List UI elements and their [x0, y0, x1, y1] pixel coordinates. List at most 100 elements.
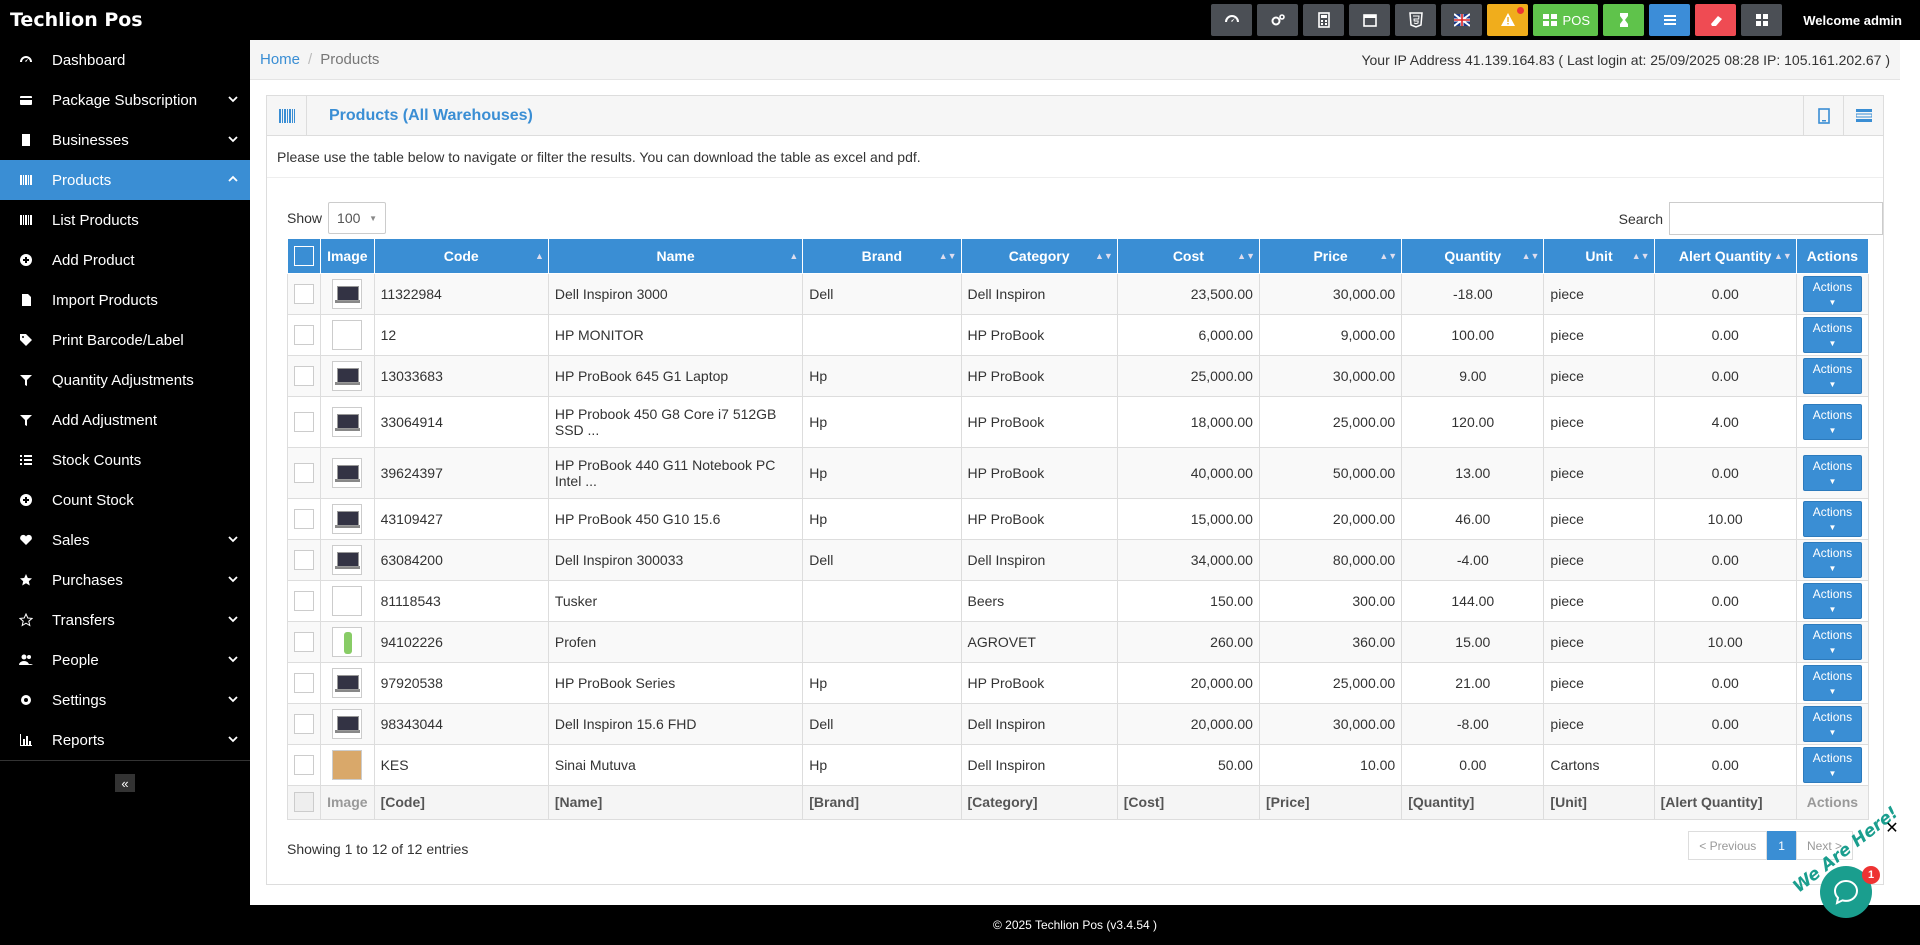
pos-button[interactable]: POS: [1533, 4, 1599, 36]
sidebar-item-sales[interactable]: Sales: [0, 520, 250, 560]
actions-button[interactable]: Actions ▼: [1802, 500, 1862, 537]
sidebar-item-add-adjustment[interactable]: Add Adjustment: [0, 400, 250, 440]
close-icon[interactable]: ✕: [1884, 820, 1900, 837]
sidebar-item-businesses[interactable]: Businesses: [0, 120, 250, 160]
actions-button[interactable]: Actions ▼: [1802, 541, 1862, 578]
column-header-brand[interactable]: Brand ▲▼: [802, 239, 962, 274]
laptop-image[interactable]: [332, 406, 363, 437]
sidebar-item-package-subscription[interactable]: Package Subscription: [0, 80, 250, 120]
actions-button[interactable]: Actions ▼: [1802, 275, 1862, 312]
tasks-icon[interactable]: [1843, 96, 1883, 136]
table-row[interactable]: 94102226 Profen AGROVET 260.00 360.00 15.00 pi…: [286, 620, 1870, 663]
sidebar-item-list-products[interactable]: List Products: [0, 200, 250, 240]
eraser-icon[interactable]: [1695, 4, 1737, 36]
calculator-icon[interactable]: [1303, 4, 1345, 36]
table-row[interactable]: 13033683 HP ProBook 645 G1 Laptop Hp HP Pro…: [286, 354, 1870, 397]
column-filter-brand[interactable]: [Brand]: [802, 784, 962, 820]
table-row[interactable]: 97920538 HP ProBook Series Hp HP ProBook 20,…: [286, 661, 1870, 704]
actions-button[interactable]: Actions ▼: [1802, 357, 1862, 394]
actions-button[interactable]: Actions ▼: [1802, 664, 1862, 701]
table-row[interactable]: KES Sinai Mutuva Hp Dell Inspiron 50.00 10.00…: [286, 743, 1870, 786]
column-filter-quantity[interactable]: [Quantity]: [1401, 784, 1545, 820]
brand-logo[interactable]: Techlion Pos: [10, 9, 143, 31]
laptop-image[interactable]: [332, 708, 363, 739]
sidebar-item-transfers[interactable]: Transfers: [0, 600, 250, 640]
column-header-name[interactable]: Name ▲: [547, 239, 804, 274]
laptop-image[interactable]: [332, 503, 363, 534]
laptop-image[interactable]: [332, 278, 363, 309]
search-input[interactable]: [1669, 202, 1883, 235]
row-checkbox[interactable]: [294, 672, 315, 693]
column-filter-cost[interactable]: [Cost]: [1116, 784, 1260, 820]
row-checkbox[interactable]: [294, 549, 315, 570]
dashboard-icon[interactable]: [1211, 4, 1253, 36]
row-checkbox[interactable]: [294, 411, 315, 432]
table-row[interactable]: 11322984 Dell Inspiron 3000 Dell Dell Inspi…: [286, 272, 1870, 315]
grid-icon[interactable]: [1741, 4, 1783, 36]
row-checkbox[interactable]: [294, 365, 315, 386]
column-header-code[interactable]: Code ▲: [373, 239, 549, 274]
flag-uk-icon[interactable]: [1441, 4, 1483, 36]
sidebar-item-purchases[interactable]: Purchases: [0, 560, 250, 600]
actions-button[interactable]: Actions ▼: [1802, 316, 1862, 353]
sidebar-item-products[interactable]: Products: [0, 160, 250, 200]
actions-button[interactable]: Actions ▼: [1802, 623, 1862, 660]
row-checkbox[interactable]: [294, 754, 315, 775]
list-icon[interactable]: [1649, 4, 1691, 36]
actions-button[interactable]: Actions ▼: [1802, 582, 1862, 619]
column-header-quantity[interactable]: Quantity ▲▼: [1401, 239, 1545, 274]
sidebar-item-count-stock[interactable]: Count Stock: [0, 480, 250, 520]
bottle-image[interactable]: [332, 626, 363, 657]
welcome-user[interactable]: Welcome admin: [1803, 13, 1902, 28]
laptop-image[interactable]: [332, 360, 363, 391]
laptop-image[interactable]: [332, 544, 363, 575]
row-checkbox[interactable]: [294, 508, 315, 529]
column-header-category[interactable]: Category ▲▼: [960, 239, 1118, 274]
sidebar-item-add-product[interactable]: Add Product: [0, 240, 250, 280]
row-checkbox[interactable]: [294, 462, 315, 483]
row-checkbox[interactable]: [294, 324, 315, 345]
page-1-button[interactable]: 1: [1767, 831, 1796, 860]
column-filter-unit[interactable]: [Unit]: [1543, 784, 1655, 820]
row-checkbox[interactable]: [294, 283, 315, 304]
hourglass-icon[interactable]: [1603, 4, 1645, 36]
warning-icon[interactable]: [1487, 4, 1529, 36]
column-header-cost[interactable]: Cost ▲▼: [1116, 239, 1260, 274]
table-row[interactable]: 63084200 Dell Inspiron 300033 Dell Dell Ins…: [286, 538, 1870, 581]
sidebar-item-settings[interactable]: Settings: [0, 680, 250, 720]
breadcrumb-home[interactable]: Home: [260, 51, 300, 68]
box-image[interactable]: [332, 749, 363, 780]
page-length-select[interactable]: 100 ▼: [328, 202, 387, 234]
actions-button[interactable]: Actions ▼: [1802, 403, 1862, 440]
column-filter-price[interactable]: [Price]: [1258, 784, 1403, 820]
broken-image[interactable]: [332, 319, 363, 350]
row-checkbox[interactable]: [294, 590, 315, 611]
calendar-icon[interactable]: [1349, 4, 1391, 36]
column-filter-name[interactable]: [Name]: [547, 784, 804, 820]
table-row[interactable]: 43109427 HP ProBook 450 G10 15.6 Hp HP ProB…: [286, 497, 1870, 540]
row-checkbox[interactable]: [294, 631, 315, 652]
sidebar-item-print-barcode-label[interactable]: Print Barcode/Label: [0, 320, 250, 360]
row-checkbox[interactable]: [294, 713, 315, 734]
table-row[interactable]: 98343044 Dell Inspiron 15.6 FHD Dell Dell I…: [286, 702, 1870, 745]
actions-button[interactable]: Actions ▼: [1802, 454, 1862, 491]
column-filter-category[interactable]: [Category]: [960, 784, 1118, 820]
html5-icon[interactable]: [1395, 4, 1437, 36]
sidebar-item-quantity-adjustments[interactable]: Quantity Adjustments: [0, 360, 250, 400]
sidebar-item-stock-counts[interactable]: Stock Counts: [0, 440, 250, 480]
column-filter-alert-quantity[interactable]: [Alert Quantity]: [1653, 784, 1797, 820]
laptop-image[interactable]: [332, 667, 363, 698]
table-row[interactable]: 33064914 HP Probook 450 G8 Core i7 512GB …: [286, 395, 1870, 448]
column-header-unit[interactable]: Unit ▲▼: [1543, 239, 1655, 274]
column-header-price[interactable]: Price ▲▼: [1258, 239, 1403, 274]
table-row[interactable]: 81118543 Tusker Beers 150.00 300.00 144.00 pie…: [286, 579, 1870, 622]
select-all-checkbox[interactable]: [294, 245, 315, 266]
sidebar-collapse-button[interactable]: «: [115, 774, 135, 792]
table-row[interactable]: 12 HP MONITOR HP ProBook 6,000.00 9,000.00 10…: [286, 313, 1870, 356]
footer-checkbox[interactable]: [294, 792, 315, 812]
laptop-image[interactable]: [332, 457, 363, 488]
cogs-icon[interactable]: [1257, 4, 1299, 36]
tablet-icon[interactable]: [1803, 96, 1843, 136]
table-row[interactable]: 39624397 HP ProBook 440 G11 Notebook PC I…: [286, 446, 1870, 499]
broken-image[interactable]: [332, 585, 363, 616]
